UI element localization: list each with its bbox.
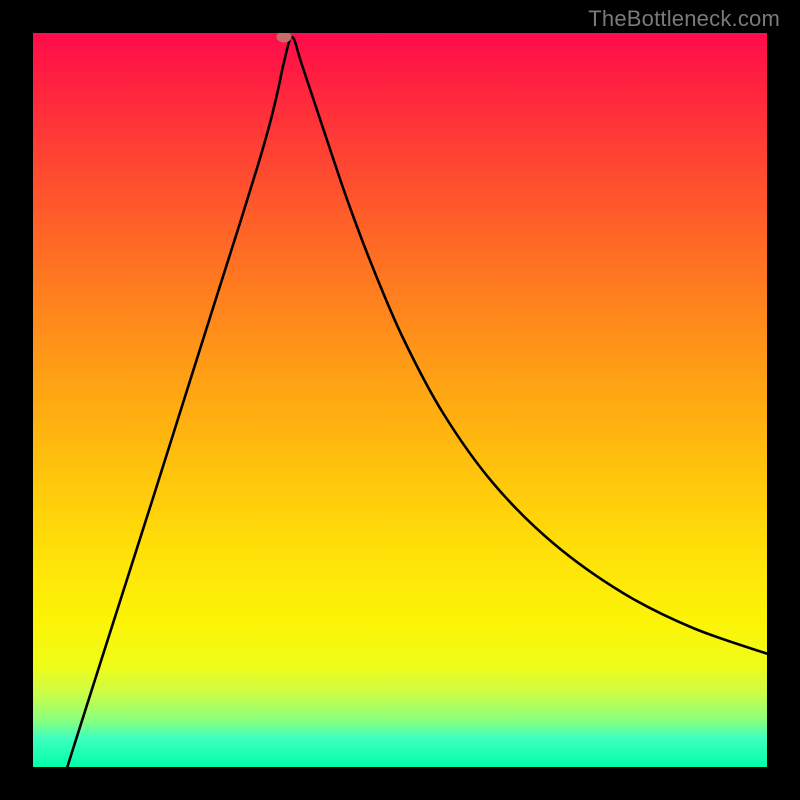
frame-left <box>0 0 33 800</box>
optimal-point-marker <box>277 32 292 43</box>
watermark-text: TheBottleneck.com <box>588 6 780 32</box>
bottleneck-curve <box>67 37 768 768</box>
frame-bottom <box>0 767 800 800</box>
plot-area <box>33 33 768 768</box>
curve-svg <box>33 33 768 768</box>
frame-right <box>767 0 800 800</box>
